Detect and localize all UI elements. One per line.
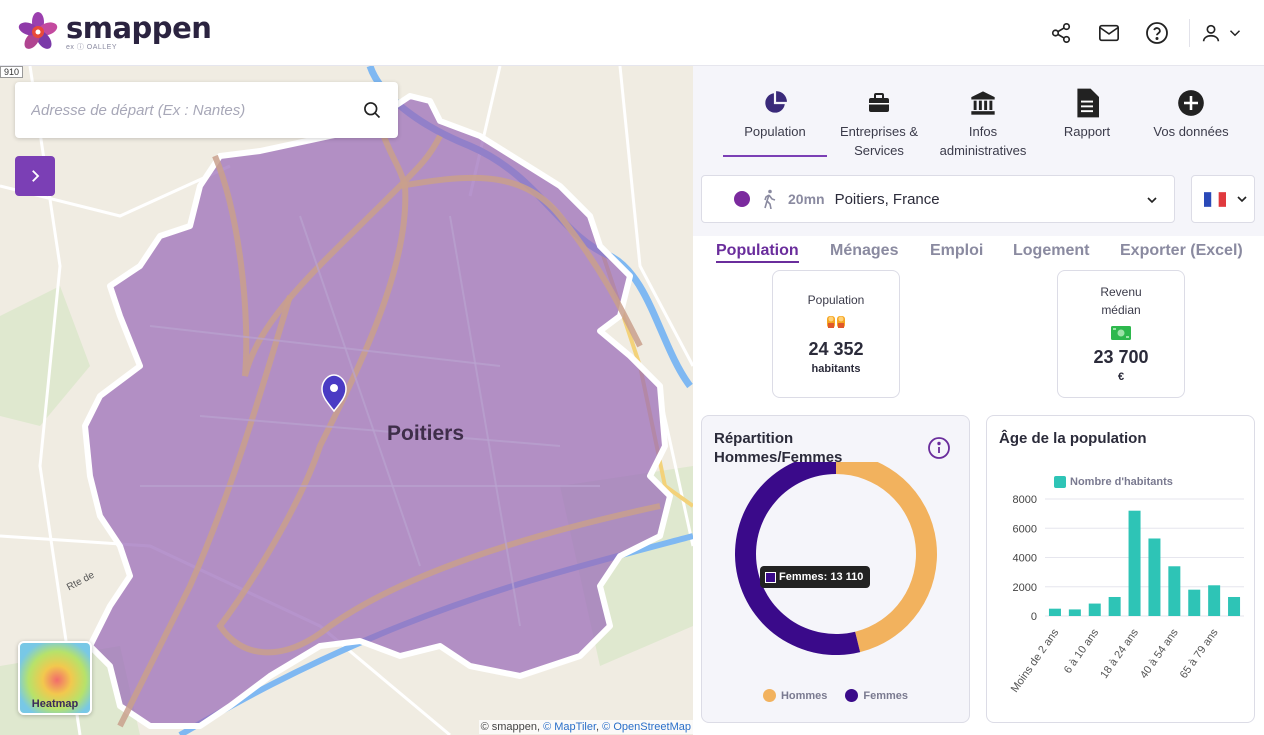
kpi-population-value: 24 352 xyxy=(808,339,864,359)
donut-slice-hommes[interactable] xyxy=(836,462,937,653)
zone-place: Poitiers, France xyxy=(834,190,940,208)
zone-duration: 20mn xyxy=(788,191,825,207)
gender-card: Répartition Hommes/Femmes Femmes: 13 110… xyxy=(701,415,970,723)
road-number-label: 910 xyxy=(0,66,24,78)
money-icon xyxy=(1058,323,1184,343)
age-bar-chart[interactable]: 0 2000 4000 6000 8000 Moins de 2 ans 6 à 10 an… xyxy=(987,492,1256,722)
tab-entreprises-services[interactable]: Entreprises & Services xyxy=(827,66,931,166)
subtab-population[interactable]: Population xyxy=(716,242,799,263)
kpi-population: Population 24 352 habitants xyxy=(772,270,900,398)
city-label: Poitiers xyxy=(387,422,465,445)
age-bar[interactable] xyxy=(1188,589,1201,616)
age-legend[interactable]: Nombre d'habitants xyxy=(1054,476,1173,488)
pie-chart-icon xyxy=(765,91,787,113)
subtab-exporter-excel[interactable]: Exporter (Excel) xyxy=(1120,242,1243,260)
tab-rapport[interactable]: Rapport xyxy=(1035,66,1139,166)
age-bar[interactable] xyxy=(1108,596,1121,616)
gender-legend: Hommes Femmes xyxy=(702,689,969,702)
logo-icon xyxy=(18,12,58,49)
subtab-menages[interactable]: Ménages xyxy=(830,242,898,260)
address-search-input[interactable] xyxy=(31,101,362,119)
y-tick-label: 8000 xyxy=(1013,494,1037,506)
openstreetmap-link[interactable]: © OpenStreetMap xyxy=(602,721,691,733)
maptiler-link[interactable]: © MapTiler xyxy=(543,721,596,733)
plus-circle-icon xyxy=(1178,90,1204,116)
x-tick-label: Moins de 2 ans xyxy=(1009,626,1062,694)
zone-selector[interactable]: 20mn Poitiers, France xyxy=(701,175,1175,223)
analysis-panel: Population Entreprises & Services Infos … xyxy=(693,66,1264,735)
age-bar[interactable] xyxy=(1228,596,1241,616)
map-attribution: © smappen, © MapTiler, © OpenStreetMap xyxy=(478,720,693,734)
main-tabs: Population Entreprises & Services Infos … xyxy=(693,66,1264,166)
subtab-logement[interactable]: Logement xyxy=(1013,242,1089,260)
tab-vos-donnees[interactable]: Vos données xyxy=(1139,66,1243,166)
age-card-title: Âge de la population xyxy=(999,430,1147,447)
kpi-population-title: Population xyxy=(807,293,865,307)
walk-icon xyxy=(764,189,776,209)
info-icon[interactable] xyxy=(927,436,951,460)
age-bar[interactable] xyxy=(1208,585,1221,616)
x-tick-label: 6 à 10 ans xyxy=(1062,626,1102,675)
y-tick-label: 0 xyxy=(1031,611,1037,623)
kpi-revenu-title: Revenu médian xyxy=(1100,285,1142,317)
chevron-down-icon xyxy=(1237,196,1247,203)
tab-infos-administratives[interactable]: Infos administratives xyxy=(931,66,1035,166)
age-bar[interactable] xyxy=(1168,566,1181,616)
top-bar: smappen ex ⓘ OALLEY xyxy=(0,0,1264,66)
header-divider xyxy=(1189,19,1190,47)
france-flag-icon xyxy=(1204,191,1226,207)
logo[interactable]: smappen ex ⓘ OALLEY xyxy=(18,11,212,52)
donut-slice-femmes[interactable] xyxy=(734,462,861,655)
age-bar[interactable] xyxy=(1088,603,1101,616)
sub-tabs: Population Ménages Emploi Logement Expor… xyxy=(693,236,1264,264)
legend-item-hommes[interactable]: Hommes xyxy=(762,689,827,702)
chevron-down-icon xyxy=(1147,197,1157,204)
document-icon xyxy=(1077,88,1099,118)
tooltip-text: Femmes: 13 110 xyxy=(779,571,864,583)
expand-panel-button[interactable] xyxy=(15,156,55,196)
map-canvas[interactable] xyxy=(0,66,693,735)
age-bar[interactable] xyxy=(1148,538,1161,616)
y-tick-label: 2000 xyxy=(1013,582,1037,594)
age-bar[interactable] xyxy=(1048,608,1061,616)
age-bar[interactable] xyxy=(1128,510,1141,616)
kpi-revenu: Revenu médian 23 700 € xyxy=(1057,270,1185,398)
mail-icon[interactable] xyxy=(1093,17,1125,49)
y-tick-label: 6000 xyxy=(1013,523,1037,535)
x-tick-label: 18 à 24 ans xyxy=(1098,626,1141,680)
bank-icon xyxy=(971,91,995,115)
x-tick-label: 40 à 54 ans xyxy=(1138,626,1181,680)
user-icon xyxy=(1202,24,1220,42)
population-content: Population 24 352 habitants Revenu média… xyxy=(693,264,1264,735)
search-icon[interactable] xyxy=(362,100,382,120)
y-tick-label: 4000 xyxy=(1013,553,1037,565)
subtab-emploi[interactable]: Emploi xyxy=(930,242,983,260)
user-menu-button[interactable] xyxy=(1200,22,1244,44)
country-selector[interactable] xyxy=(1191,175,1255,223)
chevron-down-icon xyxy=(1229,30,1241,37)
map[interactable]: 910 Rte de Poitiers Heatmap © smappen, ©… xyxy=(0,66,693,735)
x-tick-label: 65 à 79 ans xyxy=(1178,626,1221,680)
heatmap-toggle-button[interactable]: Heatmap xyxy=(18,641,92,715)
briefcase-icon xyxy=(869,93,889,112)
legend-item-femmes[interactable]: Femmes xyxy=(845,689,908,702)
kpi-population-unit: habitants xyxy=(811,363,861,375)
kpi-revenu-unit: € xyxy=(1117,371,1125,383)
logo-name: smappen xyxy=(66,11,212,45)
heatmap-label: Heatmap xyxy=(31,698,79,710)
chart-tooltip: Femmes: 13 110 xyxy=(760,566,871,588)
tab-population[interactable]: Population xyxy=(723,66,827,157)
age-card: Âge de la population Nombre d'habitants … xyxy=(986,415,1255,723)
kpi-revenu-value: 23 700 xyxy=(1093,347,1149,367)
zone-color-dot xyxy=(734,191,750,207)
age-bar[interactable] xyxy=(1068,609,1081,616)
help-icon[interactable] xyxy=(1141,17,1173,49)
chevron-right-icon xyxy=(32,170,40,182)
people-emoji-icon xyxy=(773,311,899,333)
share-icon[interactable] xyxy=(1045,17,1077,49)
tooltip-swatch xyxy=(765,571,776,583)
address-search-box xyxy=(15,82,398,138)
